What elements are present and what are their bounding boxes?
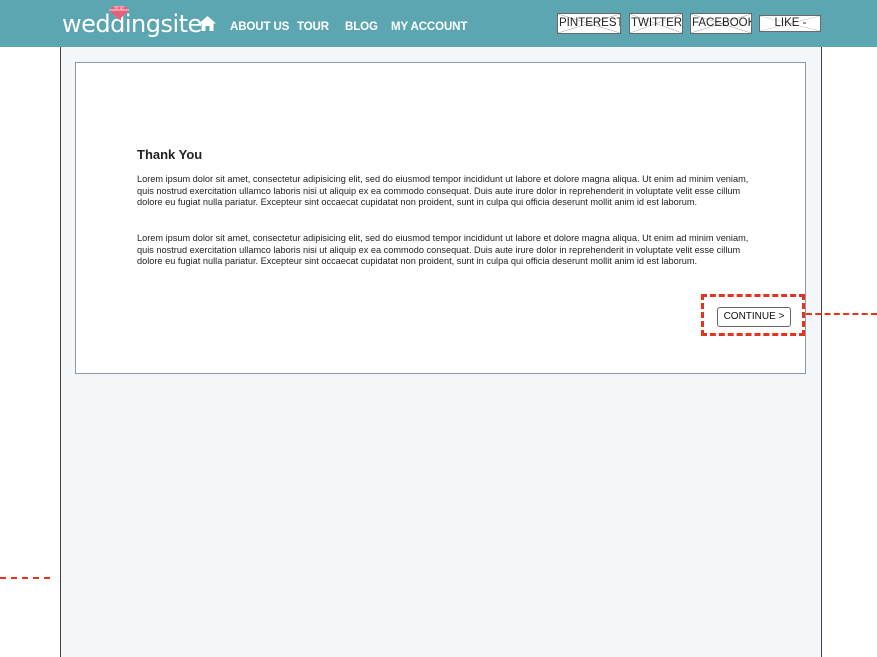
home-icon[interactable]: [199, 16, 216, 31]
facebook-label: FACEBOOK: [692, 17, 752, 29]
content-panel: Thank You Lorem ipsum dolor sit amet, co…: [75, 62, 806, 374]
logo-text: weddingsite: [62, 10, 202, 38]
like-button[interactable]: LIKE - 2.4K: [759, 15, 821, 32]
twitter-button[interactable]: TWITTER: [629, 13, 683, 34]
body-paragraph: Lorem ipsum dolor sit amet, consectetur …: [137, 233, 749, 267]
annotation-highlight-box: [701, 294, 805, 336]
nav-blog[interactable]: BLOG: [345, 20, 378, 34]
nav-my-account[interactable]: MY ACCOUNT: [391, 20, 467, 34]
header-bar: weddingsite ABOUT US TOUR BLOG MY ACCOUN…: [0, 0, 877, 47]
nav-about-us[interactable]: ABOUT US: [230, 20, 289, 34]
facebook-button[interactable]: FACEBOOK: [690, 13, 752, 34]
nav-tour[interactable]: TOUR: [297, 20, 329, 34]
page-title: Thank You: [137, 147, 203, 162]
diamond-icon: [109, 6, 129, 20]
pinterest-label: PINTEREST: [559, 17, 621, 29]
body-paragraph: Lorem ipsum dolor sit amet, consectetur …: [137, 174, 749, 208]
twitter-label: TWITTER: [631, 17, 683, 29]
site-logo[interactable]: weddingsite: [62, 6, 202, 39]
annotation-connector-right: [806, 313, 877, 315]
annotation-connector-left: [0, 577, 50, 579]
pinterest-button[interactable]: PINTEREST: [557, 13, 621, 34]
